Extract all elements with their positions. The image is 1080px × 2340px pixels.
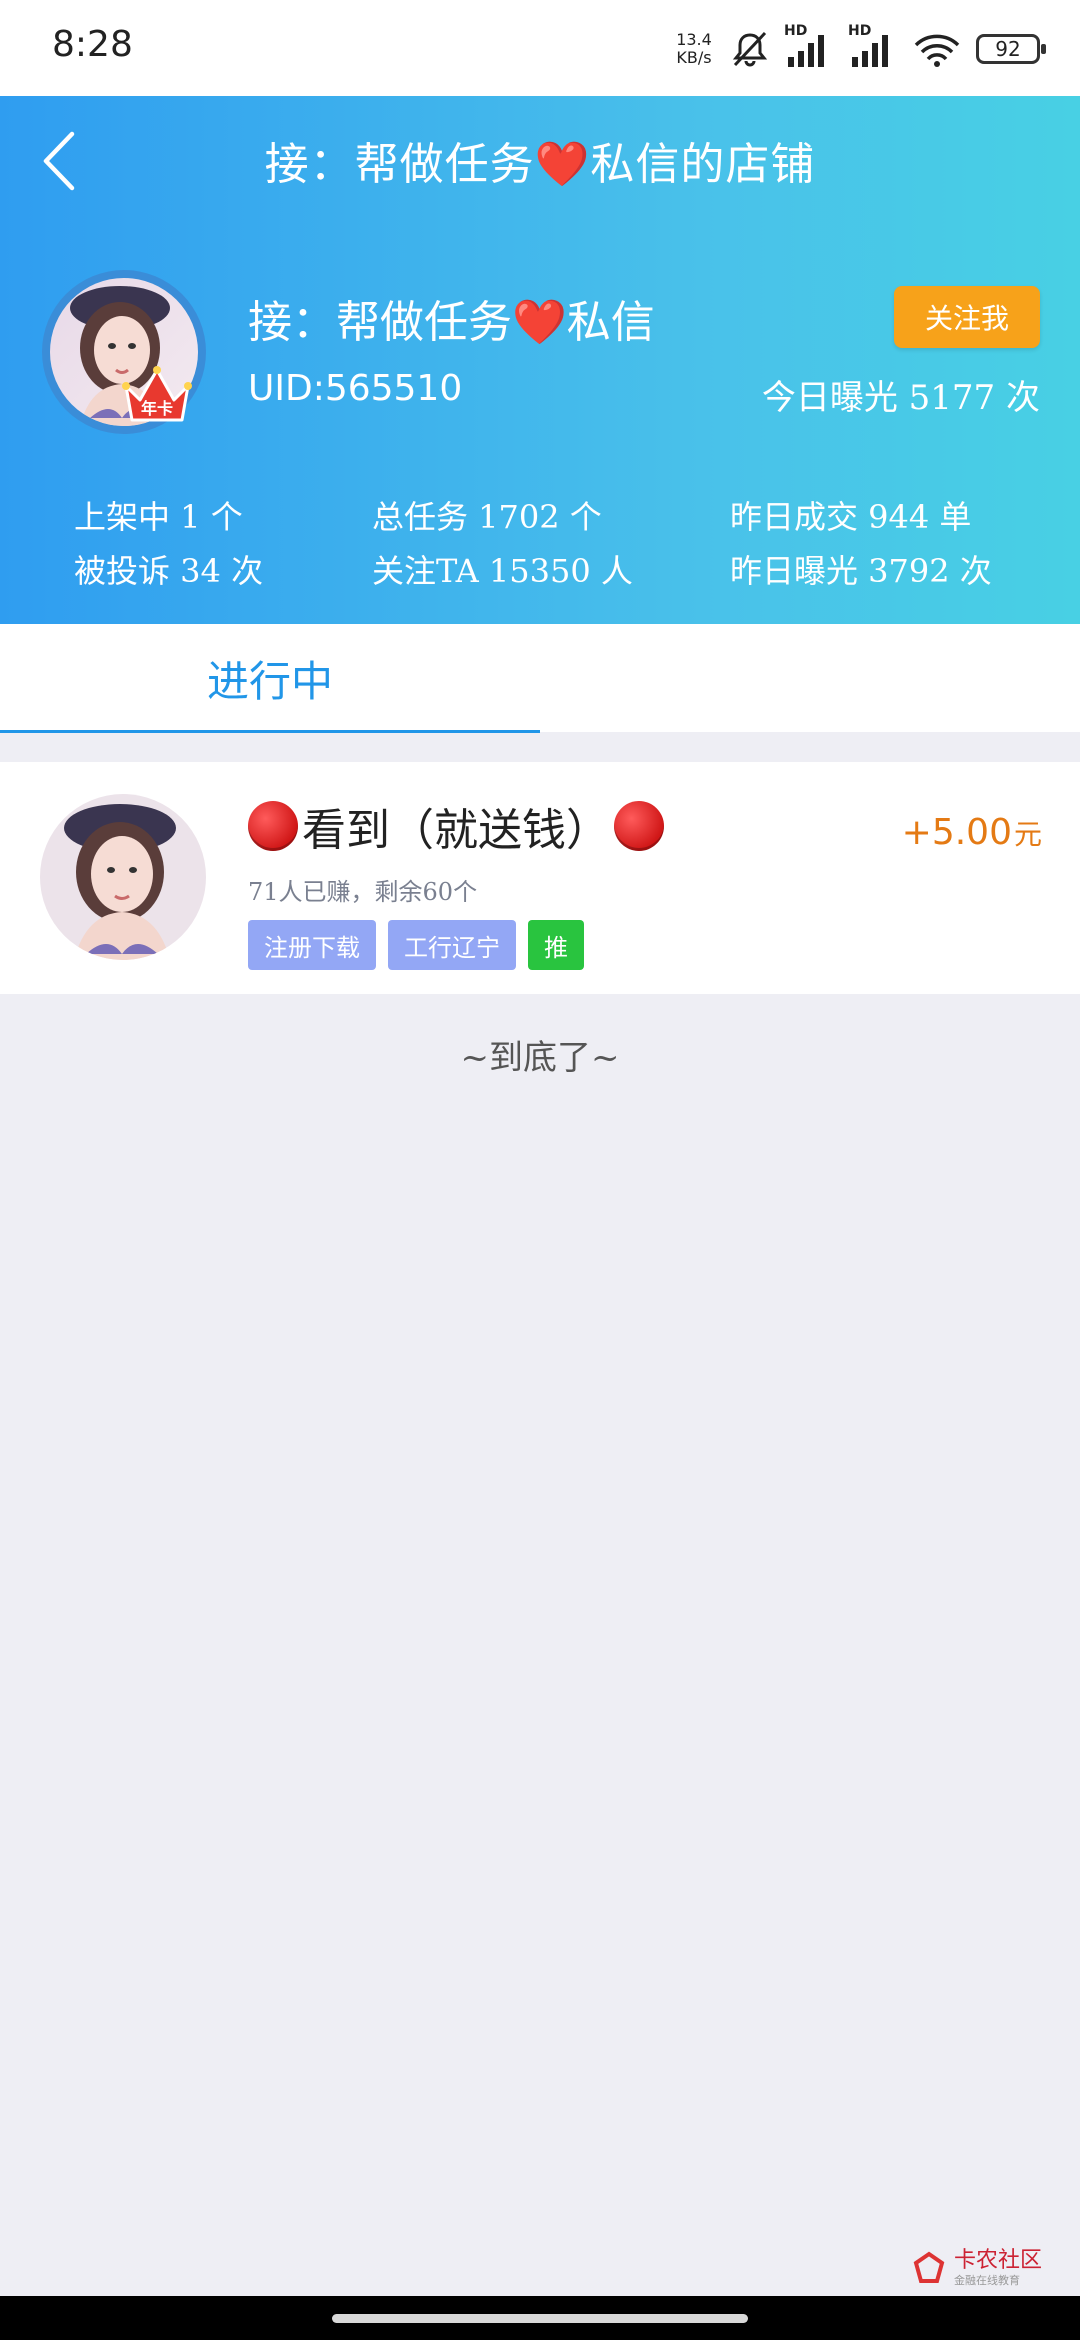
follow-button[interactable]: 关注我	[894, 286, 1040, 348]
reward-unit: 元	[1013, 818, 1042, 851]
stat-complaints: 被投诉 34 次	[74, 552, 264, 590]
net-speed-unit: KB/s	[676, 48, 712, 67]
signal-icon: HD	[848, 23, 898, 69]
tab-bar: 进行中	[0, 624, 1080, 733]
end-of-list: ~到底了~	[460, 1038, 620, 1078]
badge-label: 年卡	[141, 399, 173, 418]
shop-uid: UID:565510	[248, 368, 463, 409]
task-title-text: 看到（就送钱）	[302, 805, 610, 856]
hd-label: HD	[848, 23, 872, 39]
home-gesture-bar[interactable]	[332, 2314, 748, 2323]
stat-followers: 关注TA 15350 人	[372, 552, 633, 590]
mute-bell-icon	[730, 29, 770, 69]
watermark: 卡农社区 金融在线教育	[912, 2250, 1042, 2286]
net-speed: 13.4 KB/s	[672, 31, 716, 67]
tab-active-indicator	[0, 730, 540, 733]
battery-icon: 92	[976, 34, 1046, 64]
tag-bank-region: 工行辽宁	[388, 920, 516, 970]
exposure-today: 今日曝光 5177 次	[761, 378, 1040, 418]
tab-in-progress[interactable]: 进行中	[0, 624, 540, 732]
stat-listed: 上架中 1 个	[74, 498, 243, 536]
wifi-icon	[912, 29, 962, 69]
watermark-main: 卡农社区	[953, 2248, 1042, 2273]
stat-yesterday-exposure: 昨日曝光 3792 次	[730, 552, 992, 590]
reward-amount: +5.00	[901, 812, 1012, 853]
crown-badge-icon: 年卡	[122, 366, 192, 422]
red-dot-icon	[248, 801, 298, 851]
signal-icon: HD	[784, 23, 834, 69]
stat-yesterday-deals: 昨日成交 944 单	[730, 498, 972, 536]
task-card[interactable]: 看到（就送钱） 71人已赚，剩余60个 注册下载 工行辽宁 推 +5.00元	[0, 762, 1080, 994]
status-bar: 8:28 13.4 KB/s HD HD 92	[0, 0, 1080, 96]
hd-label: HD	[784, 23, 808, 39]
tag-register-download: 注册下载	[248, 920, 376, 970]
shop-header: 接：帮做任务❤️私信的店铺 年卡 接：帮做任务❤️私信 UID:565510 关…	[0, 96, 1080, 624]
task-tags: 注册下载 工行辽宁 推	[248, 920, 584, 970]
task-title: 看到（就送钱）	[248, 794, 664, 858]
watermark-sub: 金融在线教育	[953, 2274, 1020, 2287]
red-dot-icon	[614, 801, 664, 851]
shop-name: 接：帮做任务❤️私信	[248, 297, 655, 348]
status-time: 8:28	[52, 24, 133, 65]
system-nav-bar	[0, 2296, 1080, 2340]
task-reward: +5.00元	[902, 812, 1042, 853]
page-title: 接：帮做任务❤️私信的店铺	[264, 139, 816, 190]
stat-total-tasks: 总任务 1702 个	[372, 498, 602, 536]
net-speed-value: 13.4	[676, 30, 712, 49]
status-icons: 13.4 KB/s HD HD 92	[672, 22, 1046, 76]
task-avatar	[40, 794, 206, 960]
watermark-logo-icon	[913, 2251, 945, 2283]
tag-recommend: 推	[528, 920, 584, 970]
task-progress: 71人已赚，剩余60个	[248, 878, 478, 906]
